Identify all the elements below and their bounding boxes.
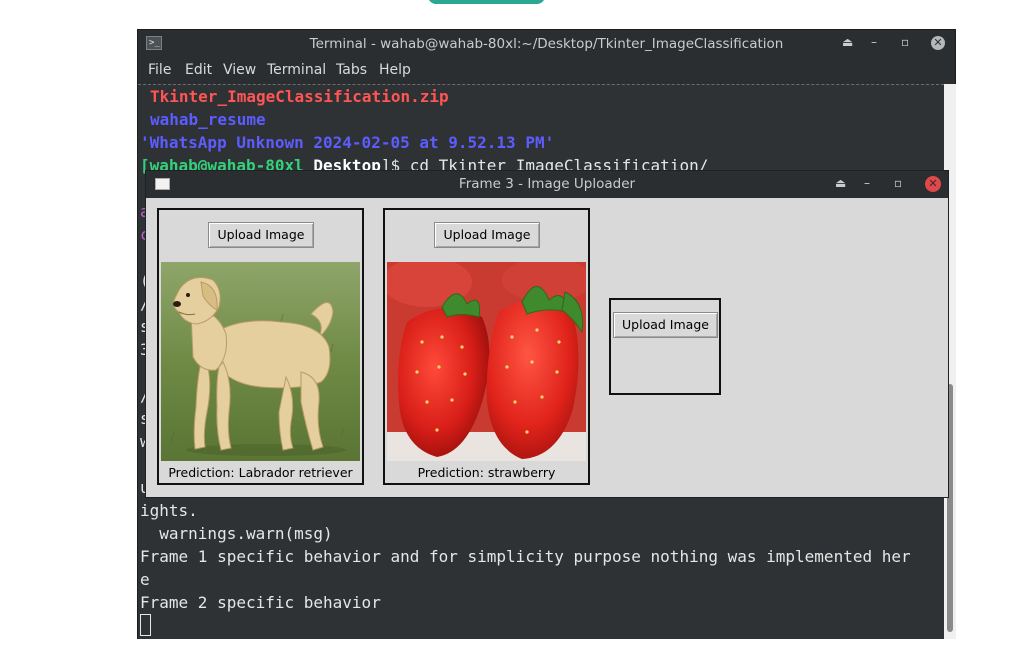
divider [138,84,944,85]
output-line: Tkinter_ImageClassification.zip [150,87,449,106]
text-cursor [140,614,151,636]
upload-image-button[interactable]: Upload Image [208,222,314,248]
maximize-icon[interactable]: ▫ [894,176,902,190]
uploader-titlebar: Frame 3 - Image Uploader ⏏ – ▫ ✕ [146,171,948,198]
prediction-label: Prediction: strawberry [417,465,556,480]
image-uploader-window: Frame 3 - Image Uploader ⏏ – ▫ ✕ Upload … [145,170,949,498]
minimize-icon[interactable]: – [864,176,870,190]
background-app-tab [428,0,545,4]
output-line: Frame 2 specific behavior [140,593,381,612]
close-icon[interactable]: ✕ [931,36,945,50]
close-icon[interactable]: ✕ [925,176,941,192]
strawberries-image [387,262,586,461]
keep-above-icon[interactable]: ⏏ [835,176,846,190]
upload-frame-2: Upload Image Prediction: strawberry [383,208,590,485]
output-line: wahab_resume [150,110,266,129]
upload-frame-3: Upload Image [609,298,721,395]
labrador-dog-image [161,262,360,461]
output-line: Frame 1 specific behavior and for simpli… [140,547,911,566]
uploader-title: Frame 3 - Image Uploader [458,176,636,192]
labrador-dog-image [161,262,360,461]
output-line: warnings.warn(msg) [140,524,333,543]
terminal-title: Terminal - wahab@wahab-80xl:~/Desktop/Tk… [309,36,784,52]
menu-edit[interactable]: Edit [185,62,212,78]
prediction-label: Prediction: Labrador retriever [168,465,353,480]
output-line: ights. [140,501,198,520]
upload-image-button[interactable]: Upload Image [613,312,718,338]
maximize-icon[interactable]: ▫ [901,35,909,49]
menu-view[interactable]: View [223,62,256,78]
minimize-icon[interactable]: – [871,35,877,49]
strawberries-image [387,262,586,461]
menu-file[interactable]: File [148,62,171,78]
terminal-menubar: File Edit View Terminal Tabs Help [138,58,955,84]
keep-above-icon[interactable]: ⏏ [842,35,853,49]
menu-help[interactable]: Help [379,62,411,78]
terminal-titlebar: >_ Terminal - wahab@wahab-80xl:~/Desktop… [138,30,955,58]
output-line: e [140,570,150,589]
output-line: 'WhatsApp Unknown 2024-02-05 at 9.52.13 … [140,133,555,152]
menu-terminal[interactable]: Terminal [267,62,326,78]
upload-image-button[interactable]: Upload Image [434,222,540,248]
menu-tabs[interactable]: Tabs [336,62,367,78]
upload-frame-1: Upload Image Prediction: Labrador retrie… [157,208,364,485]
